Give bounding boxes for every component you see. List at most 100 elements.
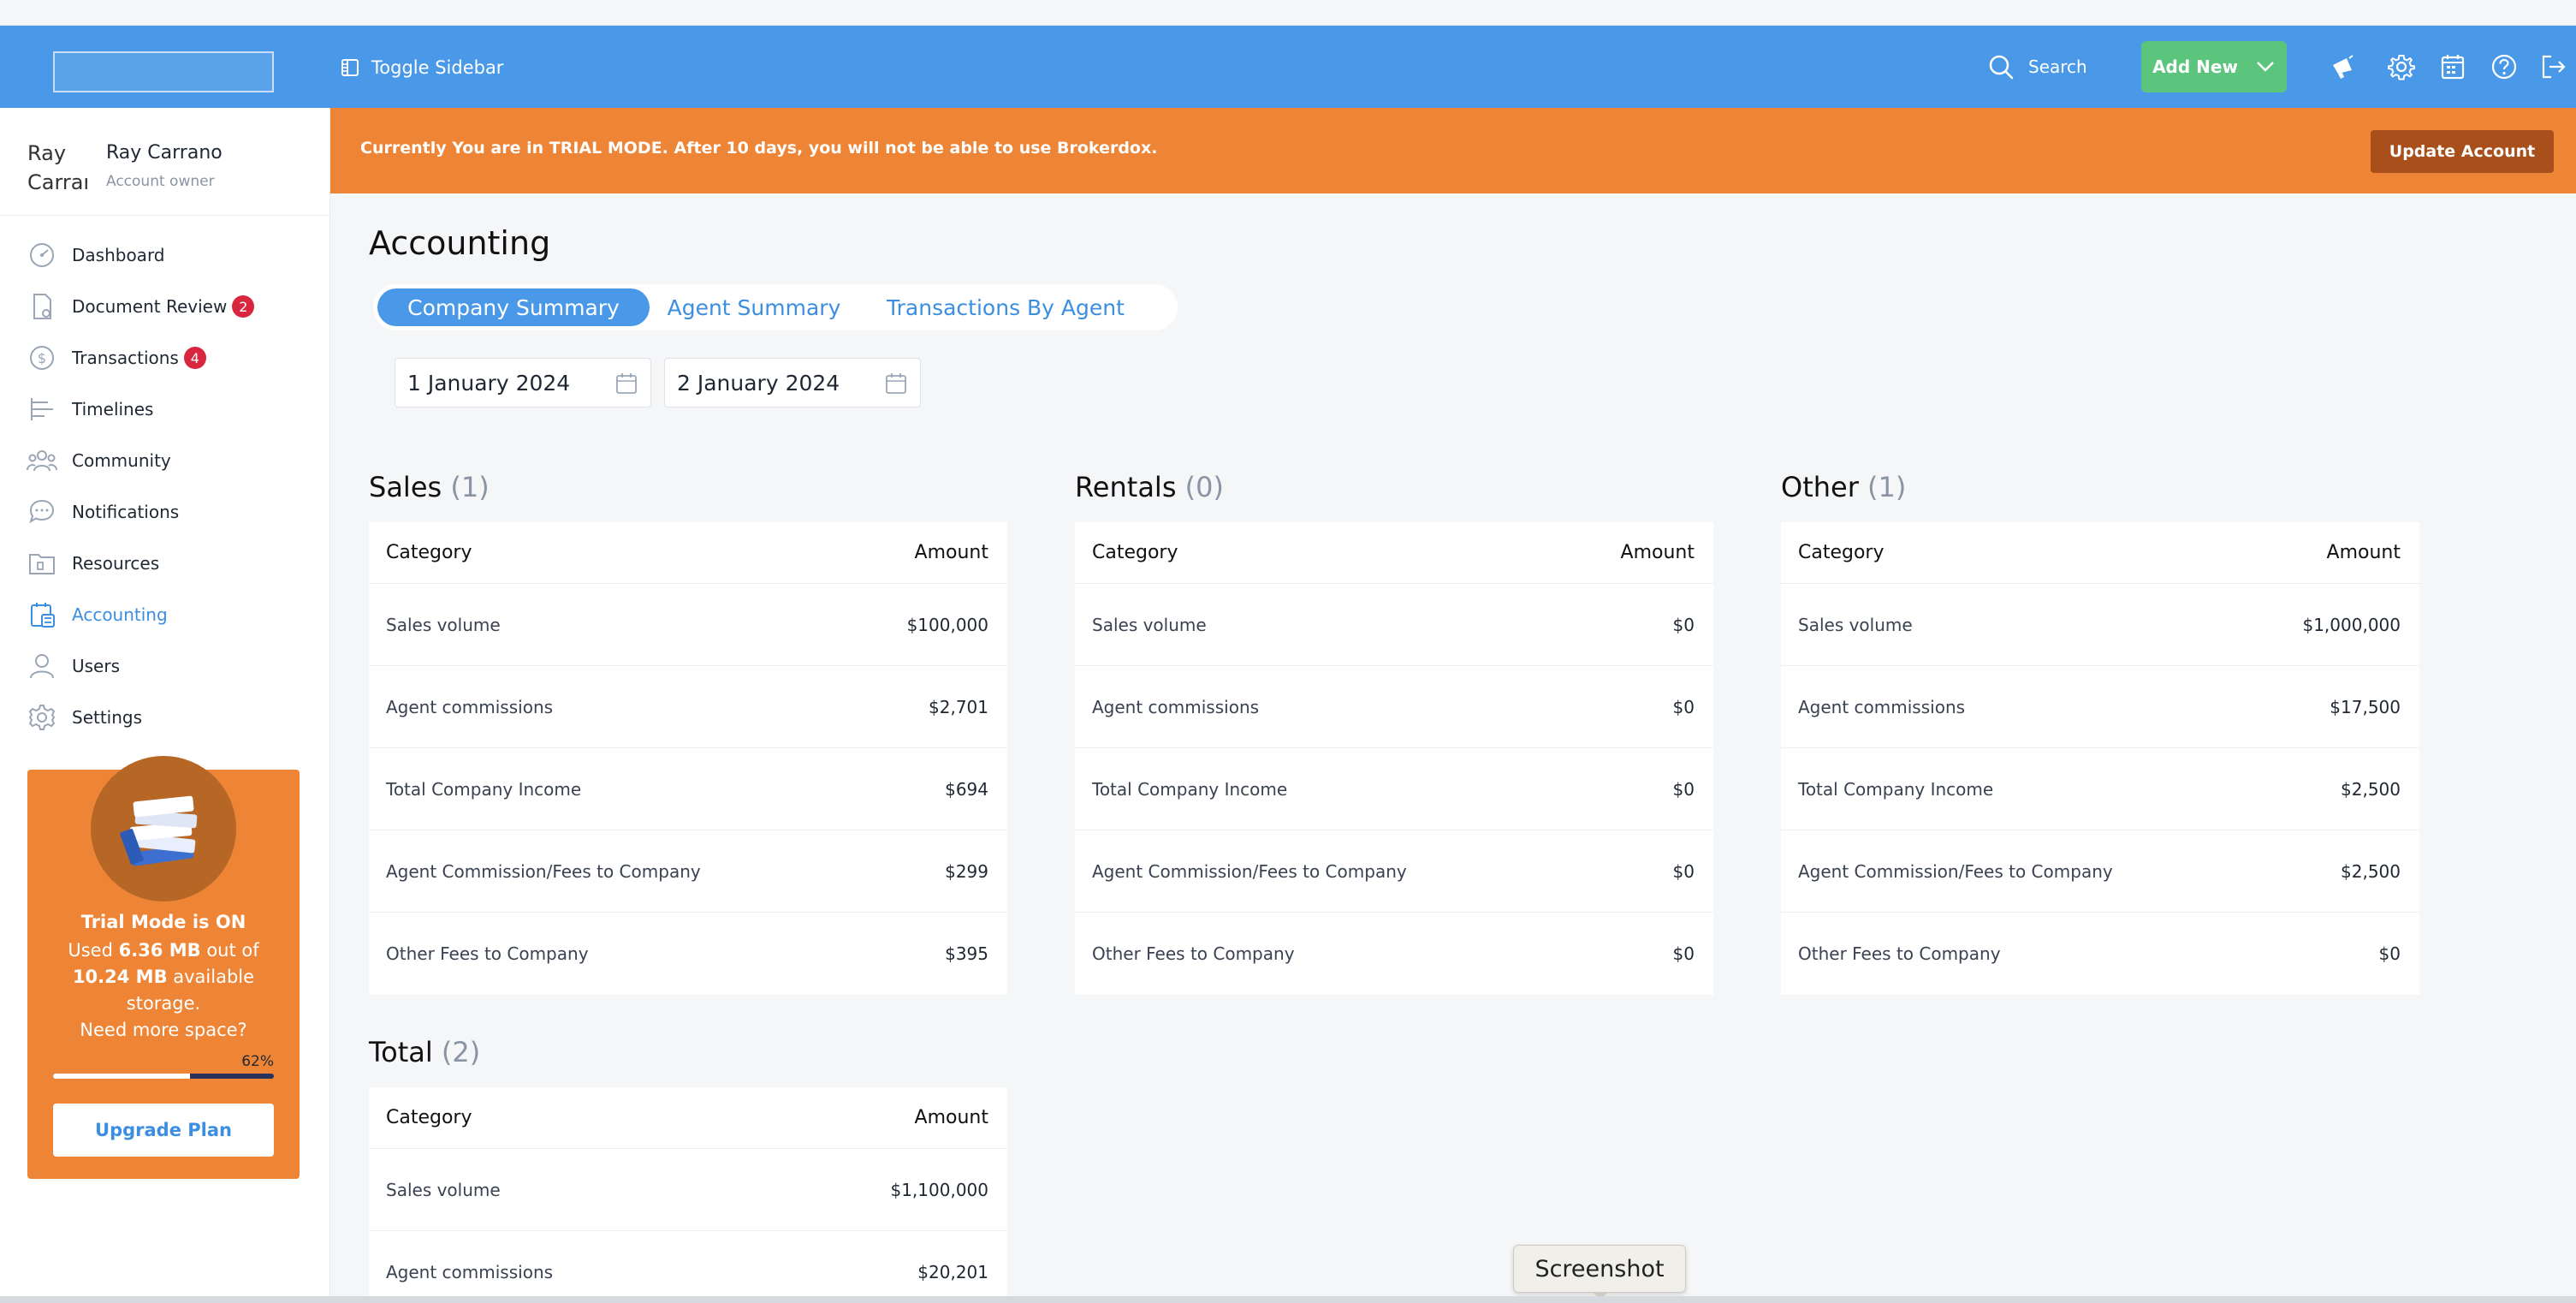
table-header: Category Amount — [1075, 522, 1713, 584]
sidebar-item-users[interactable]: Users — [0, 640, 330, 692]
storage-progress-fill — [53, 1074, 190, 1079]
screenshot-tooltip: Screenshot — [1513, 1245, 1686, 1300]
tab-agent-summary[interactable]: Agent Summary — [664, 289, 844, 326]
row-category: Total Company Income — [1092, 778, 1288, 800]
logout-button[interactable] — [2537, 50, 2571, 84]
sales-section-title: Sales (1) — [369, 471, 490, 503]
row-category: Sales volume — [386, 1179, 501, 1200]
trial-banner-message: Currently You are in TRIAL MODE. After 1… — [360, 139, 1158, 158]
brand-logo[interactable] — [53, 51, 274, 92]
rentals-title: Rentals — [1075, 471, 1177, 503]
row-category: Other Fees to Company — [386, 943, 589, 964]
calendar-icon — [2441, 55, 2465, 80]
sidebar-item-resources[interactable]: Resources — [0, 538, 330, 589]
user-icon — [26, 650, 58, 682]
other-count: (1) — [1867, 471, 1907, 503]
add-new-button[interactable]: Add New — [2141, 41, 2287, 92]
sidebar-item-label: Resources — [72, 553, 160, 574]
folder-icon — [26, 547, 58, 580]
sidebar-item-label: Community — [72, 450, 171, 471]
transactions-count-badge: 4 — [183, 347, 206, 369]
sidebar-item-label: Accounting — [72, 604, 168, 625]
svg-text:$: $ — [38, 350, 46, 366]
row-category: Sales volume — [1092, 614, 1207, 635]
accounting-icon — [26, 598, 58, 631]
sidebar-item-label: Transactions — [72, 348, 179, 368]
user-name: Ray Carrano — [106, 142, 223, 164]
row-category: Agent Commission/Fees to Company — [1798, 860, 2113, 882]
total-table: Category Amount Sales volume $1,100,000 A… — [369, 1087, 1007, 1303]
row-category: Agent Commission/Fees to Company — [386, 860, 701, 882]
sidebar-item-settings[interactable]: Settings — [0, 692, 330, 743]
row-amount: $20,201 — [917, 1262, 988, 1282]
row-amount: $0 — [2378, 943, 2401, 964]
dashboard-icon — [26, 239, 58, 271]
sidebar-item-label: Dashboard — [72, 245, 165, 265]
row-category: Other Fees to Company — [1798, 943, 2001, 964]
sidebar-item-dashboard[interactable]: Dashboard — [0, 229, 330, 281]
row-amount: $0 — [1672, 696, 1695, 717]
sidebar-item-label: Settings — [72, 707, 143, 728]
toggle-sidebar-button[interactable]: Toggle Sidebar — [341, 53, 503, 82]
date-to-value: 2 January 2024 — [677, 370, 840, 396]
help-button[interactable] — [2487, 50, 2521, 84]
rentals-section-title: Rentals (0) — [1075, 471, 1224, 503]
date-to-input[interactable]: 2 January 2024 — [664, 358, 921, 408]
sidebar-item-accounting[interactable]: Accounting — [0, 589, 330, 640]
sidebar: Ray Carrano Ray Carrano Account owner Da… — [0, 108, 330, 1303]
trial-used-prefix: Used — [68, 940, 113, 961]
row-amount: $17,500 — [2330, 696, 2401, 717]
total-section-title: Total (2) — [369, 1036, 480, 1068]
table-row: Total Company Income $0 — [1075, 748, 1713, 830]
row-amount: $2,701 — [929, 696, 988, 717]
calendar-icon — [616, 373, 637, 394]
settings-button[interactable] — [2384, 50, 2419, 84]
other-table: Category Amount Sales volume $1,000,000 A… — [1781, 522, 2419, 995]
row-category: Total Company Income — [1798, 778, 1994, 800]
sidebar-item-timelines[interactable]: Timelines — [0, 384, 330, 435]
trial-storage-card: Trial Mode is ON Used 6.36 MB out of 10.… — [27, 756, 300, 1179]
megaphone-icon — [2333, 55, 2353, 79]
update-account-button[interactable]: Update Account — [2371, 130, 2554, 173]
document-review-count-badge: 2 — [232, 295, 255, 318]
tab-transactions-by-agent[interactable]: Transactions By Agent — [861, 289, 1150, 326]
calendar-icon — [886, 373, 906, 394]
upgrade-plan-button[interactable]: Upgrade Plan — [53, 1104, 274, 1157]
sidebar-item-label: Users — [72, 656, 121, 676]
table-header: Category Amount — [369, 522, 1007, 584]
sales-title: Sales — [369, 471, 442, 503]
table-row: Total Company Income $2,500 — [1781, 748, 2419, 830]
logout-icon — [2542, 55, 2566, 79]
amount-header: Amount — [1620, 542, 1695, 563]
table-row: Agent Commission/Fees to Company $0 — [1075, 830, 1713, 913]
row-category: Agent Commission/Fees to Company — [1092, 860, 1407, 882]
help-icon — [2491, 54, 2517, 80]
announcement-button[interactable] — [2326, 50, 2360, 84]
sidebar-item-document-review[interactable]: Document Review 2 — [0, 281, 330, 332]
table-row: Other Fees to Company $0 — [1781, 913, 2419, 995]
sidebar-item-community[interactable]: Community — [0, 435, 330, 486]
calendar-button[interactable] — [2436, 50, 2470, 84]
trial-storage-text: Used 6.36 MB out of 10.24 MB available s… — [45, 937, 282, 1044]
table-row: Agent Commission/Fees to Company $299 — [369, 830, 1007, 913]
sales-table: Category Amount Sales volume $100,000 Age… — [369, 522, 1007, 995]
row-amount: $299 — [945, 860, 988, 882]
date-from-input[interactable]: 1 January 2024 — [395, 358, 651, 408]
toggle-sidebar-label: Toggle Sidebar — [371, 57, 504, 78]
row-amount: $694 — [945, 778, 988, 800]
trial-total-value: 10.24 MB — [72, 967, 168, 987]
user-profile[interactable]: Ray Carrano Ray Carrano Account owner — [0, 108, 330, 216]
trial-out-of: out of — [206, 940, 259, 961]
sidebar-item-notifications[interactable]: Notifications — [0, 486, 330, 538]
search-button[interactable]: Search — [1987, 50, 2087, 84]
row-amount: $395 — [945, 943, 988, 964]
tab-company-summary[interactable]: Company Summary — [377, 289, 650, 326]
search-label: Search — [2028, 57, 2087, 77]
total-count: (2) — [441, 1036, 481, 1068]
sidebar-item-transactions[interactable]: $ Transactions 4 — [0, 332, 330, 384]
community-icon — [26, 444, 58, 477]
trial-title: Trial Mode is ON — [80, 912, 246, 932]
user-role: Account owner — [106, 173, 215, 190]
row-category: Other Fees to Company — [1092, 943, 1295, 964]
top-header: Toggle Sidebar Search Add New — [0, 26, 2576, 108]
